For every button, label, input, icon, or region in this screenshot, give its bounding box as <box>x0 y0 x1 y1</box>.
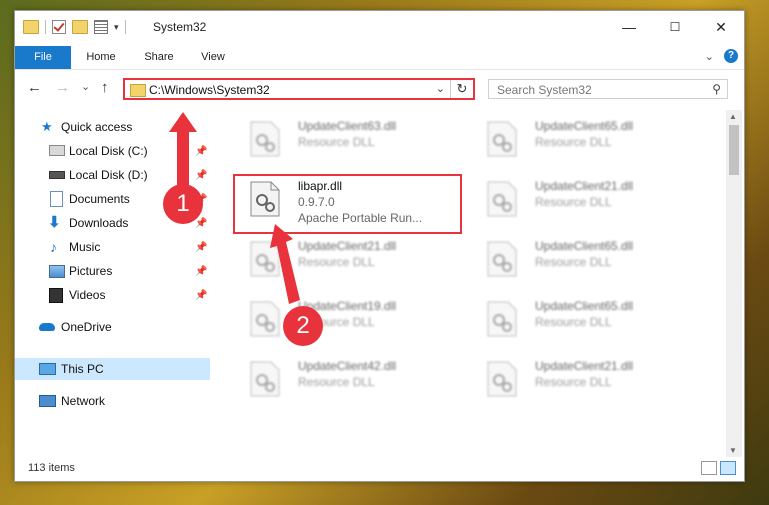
annotation-arrows <box>169 112 300 304</box>
arrow-2 <box>270 224 300 304</box>
step-badge-1: 1 <box>163 184 203 224</box>
step-badge-2: 2 <box>283 306 323 346</box>
arrow-1 <box>169 112 197 188</box>
